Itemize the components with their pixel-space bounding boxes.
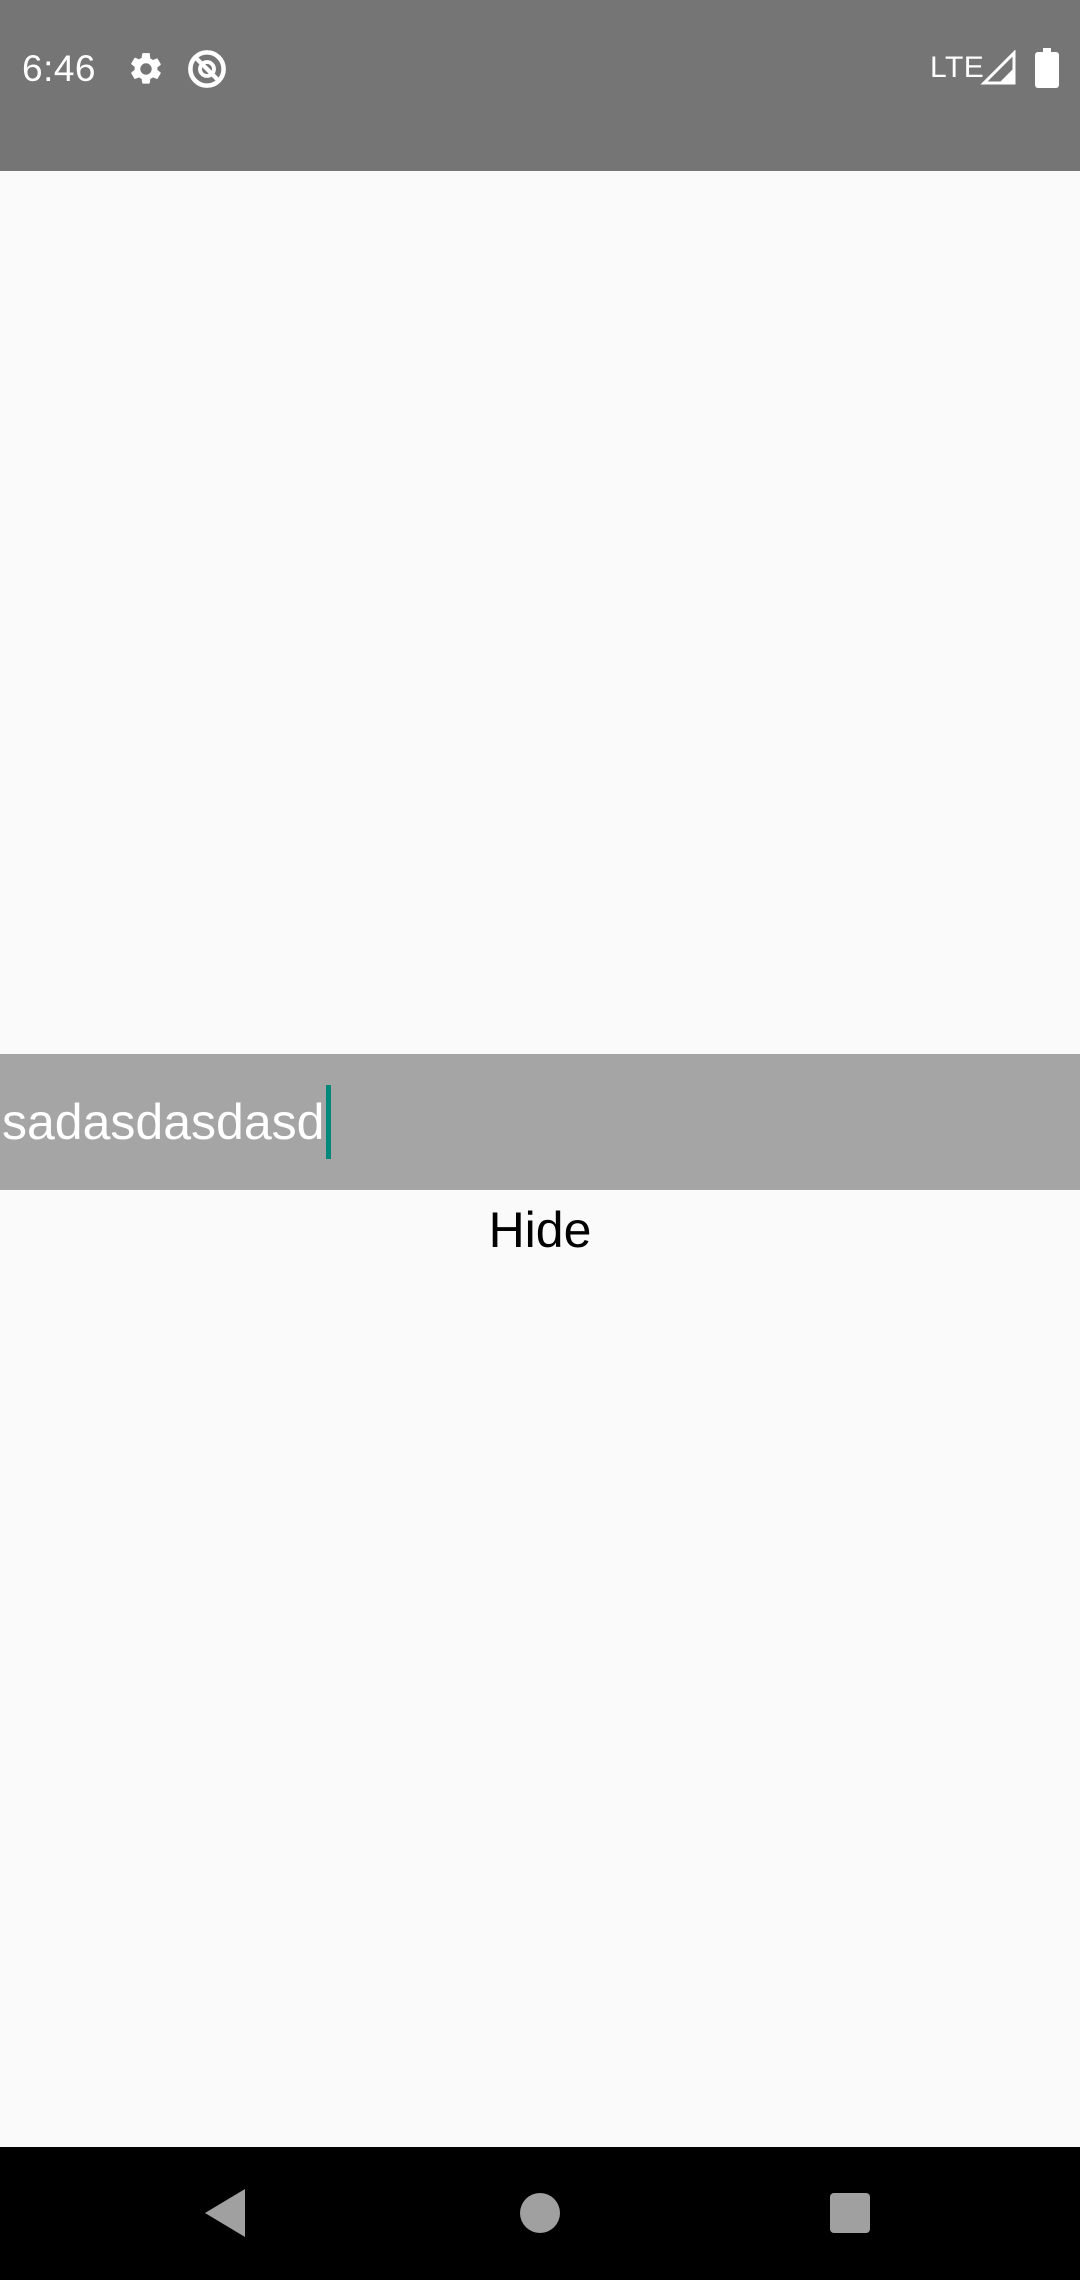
status-time: 6:46 (22, 48, 97, 89)
home-icon[interactable] (520, 2193, 560, 2233)
gear-icon (131, 53, 161, 84)
text-input[interactable]: sadasdasdasd (2, 1085, 332, 1159)
text-input-value: sadasdasdasd (2, 1094, 325, 1150)
text-input-container[interactable]: sadasdasdasd (0, 1054, 1080, 1190)
text-cursor (326, 1085, 332, 1159)
battery-icon (1035, 48, 1059, 88)
navigation-bar (0, 2147, 1080, 2280)
hide-button[interactable]: Hide (0, 1190, 1080, 1270)
do-not-disturb-icon (188, 50, 226, 88)
signal-icon (980, 50, 1016, 85)
recents-icon[interactable] (830, 2193, 870, 2233)
back-icon[interactable] (205, 2189, 245, 2237)
network-type: LTE (930, 51, 985, 84)
app-screen: 6:46 LTE sadasdasdasd Hide (0, 0, 1080, 2280)
status-bar: 6:46 LTE (0, 0, 1080, 171)
